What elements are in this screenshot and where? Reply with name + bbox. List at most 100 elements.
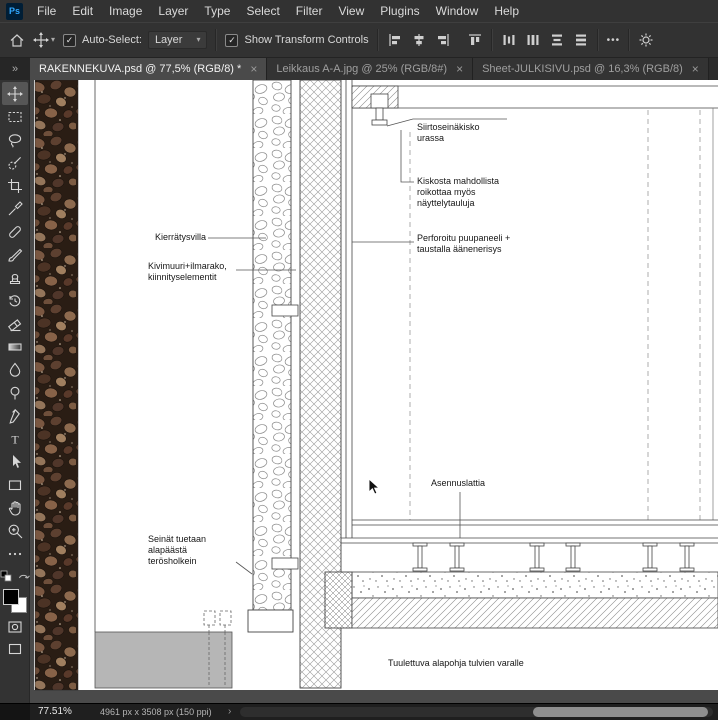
mouse-cursor-icon — [368, 478, 382, 496]
eraser-icon — [7, 316, 23, 332]
menu-file[interactable]: File — [29, 0, 64, 22]
document-tabs: RAKENNEKUVA.psd @ 77,5% (RGB/8) *×Leikka… — [30, 58, 709, 80]
eyedropper-tool[interactable] — [2, 197, 28, 220]
photoshop-logo[interactable]: Ps — [6, 3, 23, 20]
distribute-top-edges-icon[interactable] — [549, 32, 565, 48]
screen-mode-icon[interactable] — [7, 641, 23, 657]
brush-tool[interactable] — [2, 243, 28, 266]
menu-type[interactable]: Type — [196, 0, 238, 22]
lasso-icon — [7, 132, 23, 148]
menu-image[interactable]: Image — [101, 0, 150, 22]
edit-toolbar-button[interactable] — [2, 542, 28, 565]
menu-plugins[interactable]: Plugins — [372, 0, 427, 22]
align-right-edges-icon[interactable] — [435, 32, 451, 48]
tab-close-icon[interactable]: × — [692, 63, 699, 75]
auto-select-value: Layer — [155, 34, 183, 46]
gradient-tool[interactable] — [2, 335, 28, 358]
tab-close-icon[interactable]: × — [250, 63, 257, 75]
chevron-down-icon: ▾ — [196, 36, 200, 44]
align-horizontal-centers-icon[interactable] — [411, 32, 427, 48]
menu-help[interactable]: Help — [486, 0, 527, 22]
chevron-down-icon: ▾ — [51, 36, 55, 44]
tab-close-icon[interactable]: × — [456, 63, 463, 75]
status-bar: 77.51% 4961 px x 3508 px (150 ppi) › — [0, 703, 718, 720]
quick-selection-icon — [7, 155, 23, 171]
menu-bar: Ps FileEditImageLayerTypeSelectFilterVie… — [0, 0, 718, 22]
quick-selection-tool[interactable] — [2, 151, 28, 174]
status-chevron-icon[interactable]: › — [228, 706, 231, 717]
menu-layer[interactable]: Layer — [150, 0, 196, 22]
align-left-edges-icon[interactable] — [387, 32, 403, 48]
color-swatches — [3, 589, 27, 613]
workspace-gear-icon[interactable] — [638, 32, 654, 48]
crop-tool[interactable] — [2, 174, 28, 197]
options-bar: ▾ ✓ Auto-Select: Layer ▾ ✓ Show Transfor… — [0, 22, 718, 58]
tool-list: T — [2, 82, 28, 565]
horizontal-scrollbar[interactable] — [240, 707, 713, 717]
menu-view[interactable]: View — [330, 0, 372, 22]
hand-icon — [7, 500, 23, 516]
tab-label: RAKENNEKUVA.psd @ 77,5% (RGB/8) * — [39, 63, 241, 75]
history-brush-tool[interactable] — [2, 289, 28, 312]
tab-label: Sheet-JULKISIVU.psd @ 16,3% (RGB/8) — [482, 63, 683, 75]
zoom-level[interactable]: 77.51% — [38, 706, 72, 717]
document-tab-3[interactable]: Sheet-JULKISIVU.psd @ 16,3% (RGB/8) × — [473, 58, 709, 80]
show-transform-checkbox[interactable]: ✓ — [225, 34, 238, 47]
home-icon[interactable] — [9, 32, 25, 48]
menu-filter[interactable]: Filter — [288, 0, 331, 22]
scrollbar-thumb[interactable] — [533, 707, 708, 717]
document-tab-1[interactable]: RAKENNEKUVA.psd @ 77,5% (RGB/8) * × — [30, 58, 267, 80]
menu-select[interactable]: Select — [238, 0, 287, 22]
more-options-button[interactable]: ••• — [607, 35, 621, 46]
distribute-vertical-centers-icon[interactable] — [573, 32, 589, 48]
tool-preset-button[interactable]: ▾ — [33, 32, 55, 48]
path-selection-tool[interactable] — [2, 450, 28, 473]
menu-edit[interactable]: Edit — [64, 0, 101, 22]
move-icon — [7, 86, 23, 102]
architectural-drawing — [30, 80, 718, 704]
spot-healing-icon — [7, 224, 23, 240]
document-info: 4961 px x 3508 px (150 ppi) — [100, 707, 212, 717]
rectangle-icon — [7, 477, 23, 493]
distribute-left-edges-icon[interactable] — [501, 32, 517, 48]
color-mini-controls — [0, 570, 30, 583]
clone-stamp-tool[interactable] — [2, 266, 28, 289]
history-brush-icon — [7, 293, 23, 309]
separator — [377, 29, 379, 51]
auto-select-dropdown[interactable]: Layer ▾ — [148, 31, 208, 49]
foreground-color-swatch[interactable] — [3, 589, 19, 605]
lasso-tool[interactable] — [2, 128, 28, 151]
move-tool-icon — [33, 32, 49, 48]
clone-stamp-icon — [7, 270, 23, 286]
tools-panel: T — [0, 80, 30, 704]
menu-items: FileEditImageLayerTypeSelectFilterViewPl… — [29, 0, 527, 22]
swap-colors-icon[interactable] — [17, 570, 30, 583]
eyedropper-icon — [7, 201, 23, 217]
canvas-area[interactable]: SiirtoseinäkiskourassaKiskosta mahdollis… — [30, 80, 718, 704]
spot-healing-tool[interactable] — [2, 220, 28, 243]
rectangular-marquee-tool[interactable] — [2, 105, 28, 128]
align-top-edges-icon[interactable] — [467, 32, 483, 48]
distribute-horizontal-centers-icon[interactable] — [525, 32, 541, 48]
blur-tool[interactable] — [2, 358, 28, 381]
rectangle-tool[interactable] — [2, 473, 28, 496]
svg-text:T: T — [11, 432, 19, 446]
eraser-tool[interactable] — [2, 312, 28, 335]
dodge-tool[interactable] — [2, 381, 28, 404]
editbar-icon — [7, 546, 23, 562]
zoom-tool[interactable] — [2, 519, 28, 542]
quick-mask-icon[interactable] — [7, 619, 23, 635]
toolbar-collapse-icon[interactable]: » — [0, 58, 30, 80]
pen-tool[interactable] — [2, 404, 28, 427]
separator — [215, 29, 217, 51]
auto-select-checkbox[interactable]: ✓ — [63, 34, 76, 47]
menu-window[interactable]: Window — [428, 0, 487, 22]
show-transform-group: ✓ Show Transform Controls — [225, 34, 368, 47]
document-tab-2[interactable]: Leikkaus A-A.jpg @ 25% (RGB/8#)× — [267, 58, 473, 80]
move-tool[interactable] — [2, 82, 28, 105]
blur-icon — [7, 362, 23, 378]
photoshop-window: Ps FileEditImageLayerTypeSelectFilterVie… — [0, 0, 718, 720]
type-tool[interactable]: T — [2, 427, 28, 450]
default-colors-icon[interactable] — [0, 570, 13, 583]
hand-tool[interactable] — [2, 496, 28, 519]
